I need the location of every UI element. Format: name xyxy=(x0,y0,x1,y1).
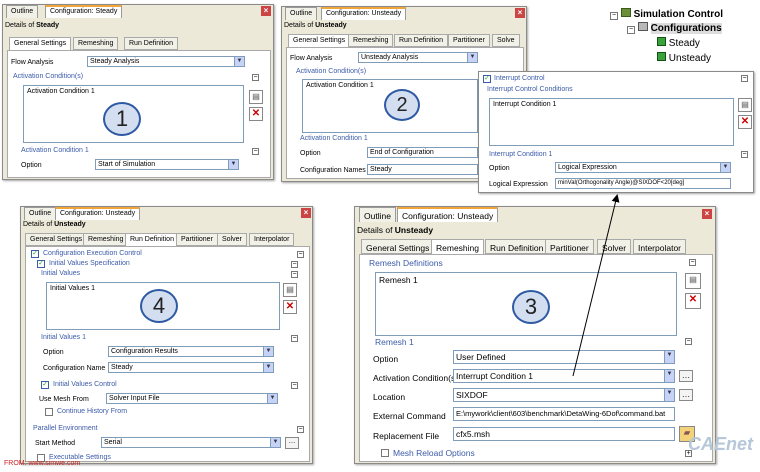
source-watermark: FROM: www.simwe.com xyxy=(4,460,81,467)
connector-arrow xyxy=(572,194,620,377)
caenet-logo: CAEnet xyxy=(688,434,754,454)
